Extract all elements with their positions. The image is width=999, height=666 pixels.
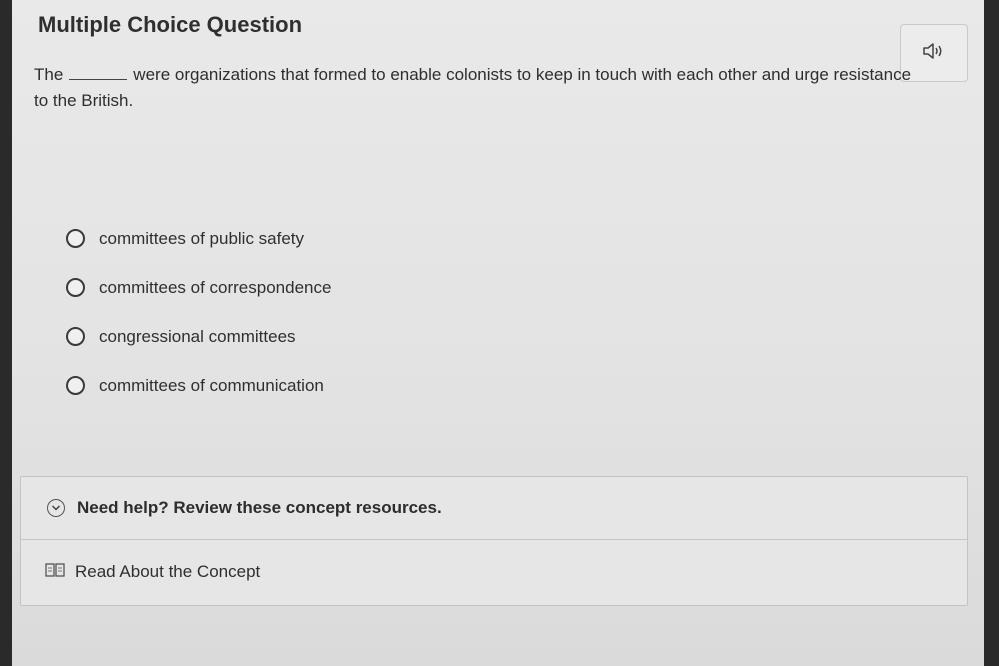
option-label: committees of communication bbox=[99, 375, 324, 395]
question-page: Multiple Choice Question The were organiz… bbox=[12, 0, 984, 666]
page-title: Multiple Choice Question bbox=[38, 12, 303, 37]
question-text: The were organizations that formed to ena… bbox=[34, 62, 914, 114]
book-icon bbox=[45, 562, 65, 583]
option-congressional-committees[interactable]: congressional committees bbox=[66, 312, 331, 361]
chevron-down-icon bbox=[47, 499, 65, 517]
radio-button[interactable] bbox=[66, 229, 85, 248]
option-committees-of-communication[interactable]: committees of communication bbox=[66, 361, 331, 410]
question-text-start: The bbox=[34, 65, 64, 84]
help-header-label: Need help? Review these concept resource… bbox=[77, 498, 442, 517]
radio-button[interactable] bbox=[66, 327, 85, 346]
answer-blank bbox=[69, 65, 128, 80]
option-committees-of-public-safety[interactable]: committees of public safety bbox=[66, 214, 331, 263]
help-resources-panel: Need help? Review these concept resource… bbox=[20, 476, 968, 606]
answer-options: committees of public safety committees o… bbox=[66, 214, 331, 410]
radio-button[interactable] bbox=[66, 278, 85, 297]
option-label: committees of public safety bbox=[99, 228, 305, 248]
speaker-icon bbox=[922, 42, 946, 65]
option-committees-of-correspondence[interactable]: committees of correspondence bbox=[66, 263, 331, 312]
option-label: congressional committees bbox=[99, 326, 296, 346]
help-link-label: Read About the Concept bbox=[75, 562, 261, 581]
question-text-end: were organizations that formed to enable… bbox=[34, 65, 912, 110]
help-toggle[interactable]: Need help? Review these concept resource… bbox=[21, 477, 967, 540]
read-about-concept-link[interactable]: Read About the Concept bbox=[21, 540, 967, 604]
radio-button[interactable] bbox=[66, 376, 85, 395]
option-label: committees of correspondence bbox=[99, 277, 332, 297]
